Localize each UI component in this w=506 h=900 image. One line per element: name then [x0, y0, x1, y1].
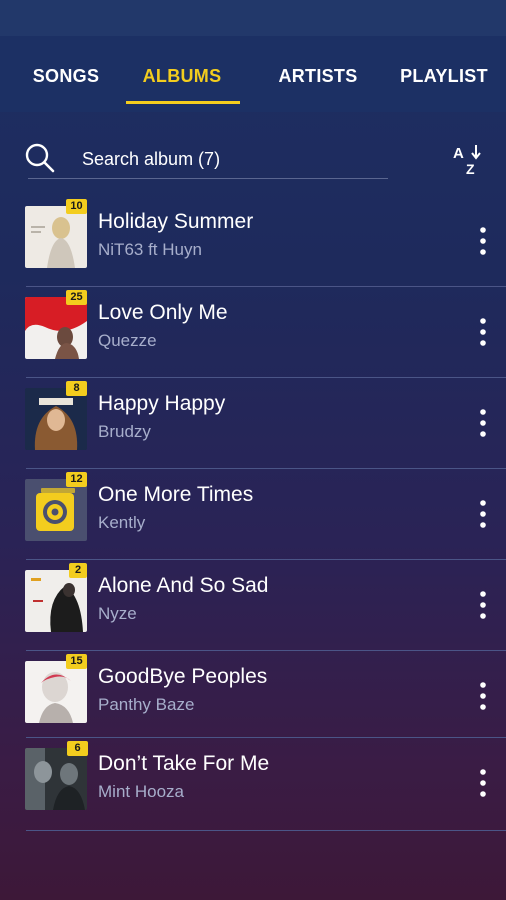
list-item[interactable]: 10 Holiday Summer NiT63 ft Huyn	[0, 196, 506, 287]
album-title: GoodBye Peoples	[98, 665, 268, 688]
album-artist: Brudzy	[98, 422, 151, 441]
active-tab-indicator	[126, 101, 240, 104]
list-item[interactable]: 8 Happy Happy Brudzy	[0, 378, 506, 469]
album-title: Happy Happy	[98, 392, 226, 415]
search-input[interactable]: Search album (7)	[82, 149, 220, 170]
album-cover	[25, 297, 87, 359]
album-artist: NiT63 ft Huyn	[98, 240, 202, 259]
more-options-icon[interactable]	[474, 317, 492, 349]
search-underline	[28, 178, 388, 179]
song-count-badge: 10	[66, 199, 87, 214]
album-cover	[25, 206, 87, 268]
more-options-icon[interactable]	[474, 226, 492, 258]
album-artist: Quezze	[98, 331, 157, 350]
search-bar: Search album (7) A Z	[0, 112, 506, 198]
more-options-icon[interactable]	[474, 590, 492, 622]
sort-az-icon[interactable]: A Z	[452, 143, 484, 177]
song-count-badge: 25	[66, 290, 87, 305]
tab-albums[interactable]: ALBUMS	[128, 66, 236, 96]
status-bar	[0, 0, 506, 36]
song-count-badge: 6	[67, 741, 88, 756]
album-cover	[25, 661, 87, 723]
tab-artists[interactable]: ARTISTS	[272, 66, 364, 96]
tab-bar: SONGS ALBUMS ARTISTS PLAYLIST	[0, 36, 506, 112]
list-item[interactable]: 15 GoodBye Peoples Panthy Baze	[0, 651, 506, 738]
album-artist: Panthy Baze	[98, 695, 195, 714]
more-options-icon[interactable]	[474, 408, 492, 440]
album-title: Holiday Summer	[98, 210, 254, 233]
list-item[interactable]: 25 Love Only Me Quezze	[0, 287, 506, 378]
album-artist: Nyze	[98, 604, 137, 623]
tab-playlist[interactable]: PLAYLIST	[396, 66, 492, 96]
song-count-badge: 8	[66, 381, 87, 396]
album-cover	[25, 748, 87, 810]
album-title: Love Only Me	[98, 301, 228, 324]
album-list: 10 Holiday Summer NiT63 ft Huyn 25 Love …	[0, 196, 506, 831]
search-icon[interactable]	[24, 142, 56, 174]
list-item[interactable]: 6 Don’t Take For Me Mint Hooza	[0, 738, 506, 831]
more-options-icon[interactable]	[474, 499, 492, 531]
song-count-badge: 15	[66, 654, 87, 669]
svg-text:Z: Z	[466, 161, 475, 177]
album-title: Alone And So Sad	[98, 574, 269, 597]
album-artist: Kently	[98, 513, 146, 532]
more-options-icon[interactable]	[474, 681, 492, 713]
tab-songs[interactable]: SONGS	[26, 66, 106, 96]
album-title: Don’t Take For Me	[98, 752, 270, 775]
song-count-badge: 2	[69, 563, 87, 578]
album-title: One More Times	[98, 483, 254, 506]
row-divider	[26, 830, 506, 831]
song-count-badge: 12	[66, 472, 87, 487]
svg-text:A: A	[453, 145, 464, 162]
list-item[interactable]: 12 One More Times Kently	[0, 469, 506, 560]
more-options-icon[interactable]	[474, 768, 492, 800]
list-item[interactable]: 2 Alone And So Sad Nyze	[0, 560, 506, 651]
album-artist: Mint Hooza	[98, 782, 184, 801]
album-cover-placeholder	[25, 479, 87, 541]
album-cover	[25, 570, 87, 632]
album-cover	[25, 388, 87, 450]
